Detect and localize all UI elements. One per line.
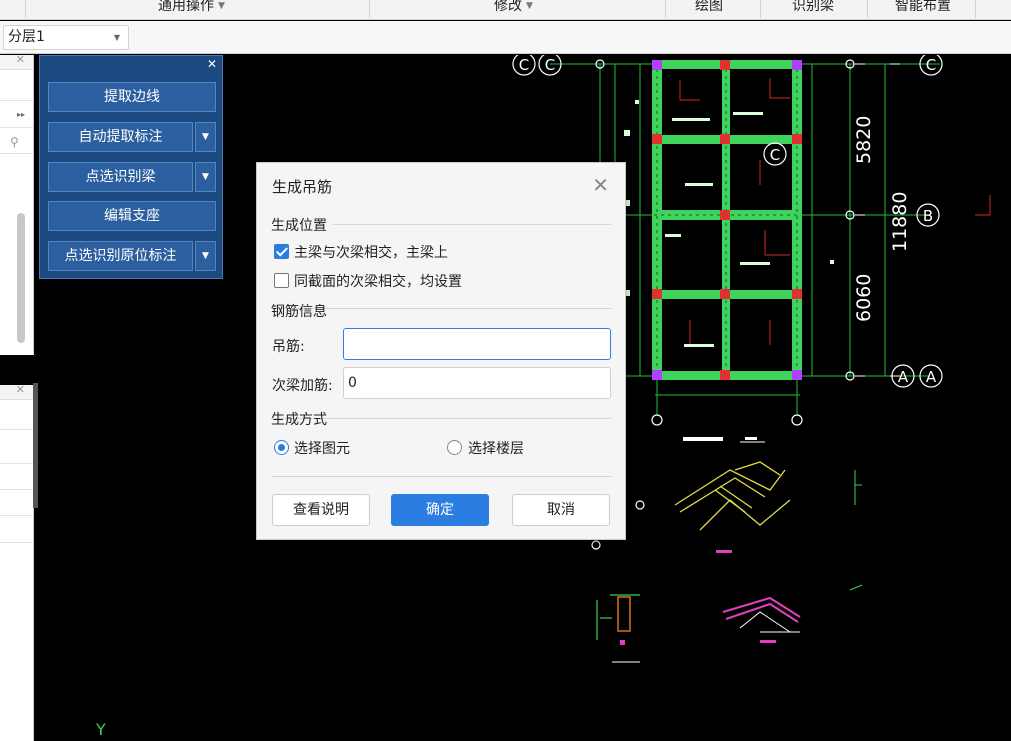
ribbon-group-modify[interactable]: 修改 ▼ [494,0,533,17]
dimension-top: 5820 [853,116,875,164]
layer-select[interactable]: 分层1 ▼ [3,25,129,50]
view-help-button[interactable]: 查看说明 [272,494,370,526]
secondary-rebar-label: 次梁加筋: [272,378,333,394]
detail-label [760,640,776,643]
ribbon-group-label: 识别梁 [792,0,834,14]
table-row[interactable] [0,515,33,516]
layer-select-value: 分层1 [8,29,45,45]
close-icon[interactable]: ✕ [207,57,217,71]
ribbon-group-label: 修改 [494,0,522,14]
ucs-y-label: Y [95,720,106,739]
ribbon: 通用操作 ▼ 修改 ▼ 绘图 识别梁 智能布置 [0,0,1011,20]
ribbon-group-recognize-beam[interactable]: 识别梁 [792,0,834,17]
ribbon-group-label: 通用操作 [158,0,214,14]
option-same-section-checkbox[interactable] [274,273,289,288]
select-floor-label: 选择楼层 [468,441,524,457]
chevron-down-icon: ▼ [113,33,120,42]
search-icon[interactable]: ⚲ [10,135,19,149]
axis-label-a: A [926,368,937,386]
table-row[interactable] [0,542,33,543]
ok-button[interactable]: 确定 [391,494,489,526]
cancel-button[interactable]: 取消 [512,494,610,526]
detail-label [716,550,732,553]
close-icon[interactable]: ✕ [16,53,25,66]
ribbon-group-general[interactable]: 通用操作 ▼ [158,0,225,17]
ribbon-separator [369,0,370,18]
extract-edge-button[interactable]: 提取边线 [48,82,216,112]
ribbon-group-smart-layout[interactable]: 智能布置 [895,0,951,17]
option-main-secondary-checkbox[interactable] [274,244,289,259]
axis-label-c: C [519,56,529,74]
secondary-rebar-input[interactable] [343,367,611,399]
ribbon-separator [760,0,761,18]
scrollbar-thumb[interactable] [17,213,25,343]
select-element-label: 选择图元 [294,441,350,457]
chevron-down-icon: ▼ [218,1,225,11]
option-same-section-label: 同截面的次梁相交，均设置 [294,274,462,290]
hanger-input[interactable] [343,328,611,360]
ribbon-separator [25,0,26,18]
axis-label-b: B [923,207,933,225]
close-icon[interactable]: ✕ [16,383,25,396]
dialog-title: 生成吊筋 [272,178,333,196]
divider [0,127,33,128]
table-row[interactable] [0,463,33,464]
chevron-down-icon[interactable]: ▼ [195,162,216,192]
layer-toolbar: 分层1 ▼ [0,21,1011,54]
table-row[interactable] [0,429,33,430]
divider [333,224,611,225]
table-row[interactable] [0,489,33,490]
ribbon-group-label: 智能布置 [895,0,951,14]
section-position-label: 生成位置 [271,218,327,234]
beam-recognition-panel: ✕ 提取边线 自动提取标注 ▼ 点选识别梁 ▼ 编辑支座 点选识别原位标注 ▼ [39,55,223,279]
ribbon-separator [665,0,666,18]
hanger-label: 吊筋: [272,339,305,355]
left-panel-upper: ✕ ▸▸ ⚲ [0,53,34,355]
axis-label-a: A [898,368,909,386]
pick-recognize-beam-button[interactable]: 点选识别梁 [48,162,193,192]
auto-extract-annotation-button[interactable]: 自动提取标注 [48,122,193,152]
select-element-radio[interactable] [274,440,289,455]
double-arrow-right-icon[interactable]: ▸▸ [17,110,25,119]
section-label [683,437,723,441]
axis-label-c: C [545,56,555,74]
scale-label [745,437,757,440]
list-item[interactable] [0,153,33,154]
generate-hanger-dialog: 生成吊筋 ✕ 生成位置 主梁与次梁相交，主梁上 同截面的次梁相交，均设置 钢筋信… [256,162,626,540]
list-item[interactable] [0,100,33,101]
divider [271,476,611,477]
ribbon-separator [975,0,976,18]
section-method-label: 生成方式 [271,412,327,428]
chevron-down-icon: ▼ [526,1,533,11]
dimension-bottom: 6060 [853,274,875,322]
panel-gap [0,355,37,385]
ribbon-group-label: 绘图 [695,0,723,14]
close-icon[interactable]: ✕ [592,173,609,197]
pick-recognize-inplace-annotation-button[interactable]: 点选识别原位标注 [48,241,193,271]
ribbon-group-draw[interactable]: 绘图 [695,0,723,17]
select-floor-radio[interactable] [447,440,462,455]
section-mark [620,640,625,645]
section-rebar-label: 钢筋信息 [271,304,327,320]
chevron-down-icon[interactable]: ▼ [195,122,216,152]
panel-header: ✕ [0,383,33,400]
ribbon-separator [867,0,868,18]
dimension-total: 11880 [889,192,911,252]
left-panel-lower: ✕ [0,383,34,741]
edit-support-button[interactable]: 编辑支座 [48,201,216,231]
option-main-secondary-label: 主梁与次梁相交，主梁上 [294,245,448,261]
chevron-down-icon[interactable]: ▼ [195,241,216,271]
axis-label-c: C [770,146,780,164]
axis-label-c: C [926,56,936,74]
panel-header: ✕ [0,53,33,70]
